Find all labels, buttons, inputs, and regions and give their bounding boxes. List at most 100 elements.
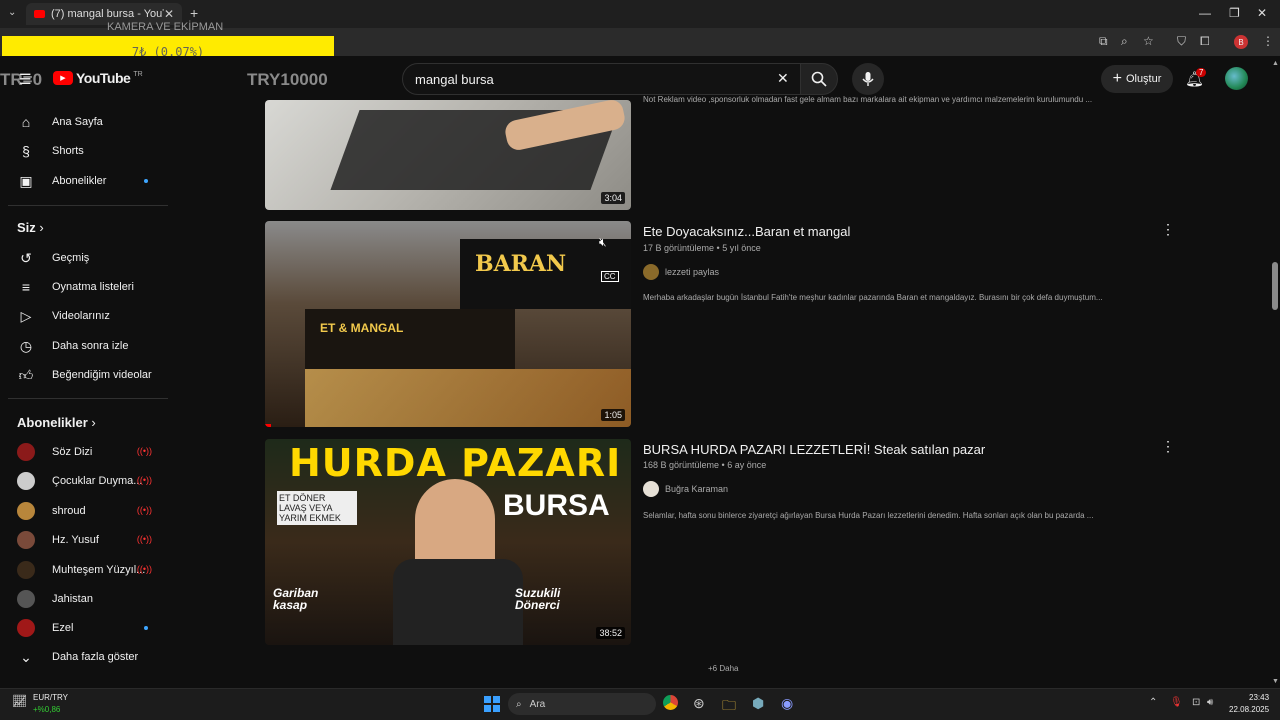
discord-icon[interactable]: ◉ <box>781 695 793 712</box>
search-icon: ⌕ <box>516 698 522 710</box>
plus-icon: + <box>1112 70 1122 87</box>
shield-icon[interactable]: ⛉ <box>1177 34 1186 49</box>
extensions-icon[interactable]: ⧠ <box>1200 34 1210 49</box>
lights-graphic <box>305 369 631 427</box>
windows-start-icon[interactable] <box>484 696 500 712</box>
thumbnail-left-caption: Gariban kasap <box>273 586 319 612</box>
subscriptions-section-header[interactable]: Abonelikler › <box>17 415 96 430</box>
scroll-up-icon[interactable]: ▲ <box>1272 60 1279 67</box>
live-indicator-icon: ((•)) <box>136 564 152 574</box>
subscription-item[interactable]: Çocuklar Duyma... ((•)) <box>16 470 156 492</box>
search-input[interactable]: mangal bursa <box>402 63 802 95</box>
subscription-item[interactable]: Ezel <box>16 617 156 639</box>
cast-icon[interactable]: ⧉ <box>1099 34 1108 49</box>
volume-icon[interactable]: 🔊︎ <box>1207 697 1213 708</box>
sidebar-item-liked-videos[interactable]: 👍︎ Beğendiğim videolar <box>16 364 156 386</box>
video-thumbnail[interactable]: HURDA PAZARI BURSA ET DÖNER LAVAŞ VEYA Y… <box>265 439 631 645</box>
video-meta: 168 B görüntüleme • 6 ay önce <box>643 460 767 470</box>
taskbar-search[interactable]: ⌕ Ara <box>508 693 656 715</box>
sidebar-item-shorts[interactable]: § Shorts <box>16 140 156 162</box>
video-duration: 3:04 <box>601 192 625 204</box>
minimize-icon[interactable]: — <box>1199 6 1211 20</box>
thumbnail-sign: ET DÖNER LAVAŞ VEYA YARIM EKMEK <box>277 491 357 525</box>
subscription-item[interactable]: Söz Dizi ((•)) <box>16 441 156 463</box>
tab-list-icon[interactable]: ⌄ <box>8 7 16 18</box>
zoom-icon[interactable]: ⌕ <box>1121 34 1128 49</box>
video-more-icon[interactable]: ⋮ <box>1161 221 1175 238</box>
captions-icon[interactable]: CC <box>601 271 619 282</box>
live-indicator-icon: ((•)) <box>136 446 152 456</box>
thumbnail-sign-text: BARAN <box>475 251 567 277</box>
network-icon[interactable]: ⊡ <box>1192 697 1200 708</box>
subscription-item[interactable]: Jahistan <box>16 588 156 610</box>
search-button[interactable] <box>800 63 838 95</box>
create-button[interactable]: + Oluştur <box>1101 65 1173 93</box>
preview-progress-bar <box>265 424 271 427</box>
sidebar-item-playlists[interactable]: ≡ Oynatma listeleri <box>16 276 156 298</box>
tray-chevron-up-icon[interactable]: ⌃ <box>1149 697 1157 708</box>
close-tab-icon[interactable]: ✕ <box>164 7 174 21</box>
new-content-dot <box>144 626 148 630</box>
scroll-down-icon[interactable]: ▼ <box>1272 678 1279 685</box>
subscription-item[interactable]: shroud ((•)) <box>16 500 156 522</box>
sidebar-item-history[interactable]: ↺ Geçmiş <box>16 247 156 269</box>
sidebar-item-watch-later[interactable]: ◷ Daha sonra izle <box>16 335 156 357</box>
sidebar-item-home[interactable]: ⌂ Ana Sayfa <box>16 111 156 133</box>
clear-search-icon[interactable]: ✕ <box>777 70 789 87</box>
user-avatar[interactable] <box>1225 67 1248 90</box>
video-description: Selamlar, hafta sonu binlerce ziyaretçi … <box>643 511 1094 520</box>
new-tab-icon[interactable]: + <box>190 5 198 21</box>
shop-front-graphic <box>305 309 515 369</box>
video-title[interactable]: Ete Doyacaksınız...Baran et mangal <box>643 224 850 239</box>
tab-title: (7) mangal bursa - YouTube <box>51 8 164 20</box>
subscription-item[interactable]: Hz. Yusuf ((•)) <box>16 529 156 551</box>
video-channel[interactable]: lezzeti paylas <box>643 264 719 280</box>
channel-avatar <box>17 472 35 490</box>
live-indicator-icon: ((•)) <box>136 475 152 485</box>
close-window-icon[interactable]: ✕ <box>1257 6 1267 20</box>
currency-widget-icon[interactable]: 📈︎ <box>12 694 27 708</box>
youtube-logo[interactable]: ▶ YouTube TR <box>53 70 143 86</box>
sidebar-item-subscriptions[interactable]: ▣ Abonelikler <box>16 170 156 192</box>
scrollbar-thumb[interactable] <box>1272 262 1278 310</box>
thumbnail-right-caption: Suzukili Dönerci <box>515 586 561 612</box>
maximize-icon[interactable]: ❐ <box>1229 6 1240 20</box>
channel-avatar <box>17 531 35 549</box>
thumbnail-sign-text-2: ET & MANGAL <box>320 321 404 335</box>
browser-menu-icon[interactable]: ⋮ <box>1262 34 1274 48</box>
bookmark-star-icon[interactable]: ☆ <box>1143 34 1154 48</box>
subscription-item[interactable]: Muhteşem Yüzyıl... ((•)) <box>16 559 156 581</box>
show-more-button[interactable]: ⌄ Daha fazla göster <box>16 646 156 668</box>
mute-icon[interactable]: 🔇︎ <box>599 235 607 250</box>
video-more-icon[interactable]: ⋮ <box>1161 438 1175 455</box>
you-section-header[interactable]: Siz › <box>17 220 44 235</box>
video-title[interactable]: BURSA HURDA PAZARI LEZZETLERİ! Steak sat… <box>643 442 985 457</box>
search-icon <box>811 71 827 87</box>
channel-avatar <box>643 481 659 497</box>
video-duration: 1:05 <box>601 409 625 421</box>
channel-avatar <box>17 590 35 608</box>
live-indicator-icon: ((•)) <box>136 505 152 515</box>
more-results-button[interactable]: +6 Daha <box>708 664 738 673</box>
clock-time[interactable]: 23:43 <box>1249 693 1269 702</box>
chrome-taskbar-icon[interactable] <box>663 695 678 713</box>
your-videos-icon: ▷ <box>20 307 32 324</box>
sidebar-item-your-videos[interactable]: ▷ Videolarınız <box>16 305 156 327</box>
video-thumbnail[interactable]: BARAN ET & MANGAL 🔇︎ CC 1:05 <box>265 221 631 427</box>
logo-text: YouTube <box>76 70 131 86</box>
divider <box>8 398 168 399</box>
app-taskbar-icon[interactable]: ⊛ <box>693 695 705 712</box>
goal-text: TRY10000 <box>247 70 328 89</box>
video-thumbnail[interactable]: 3:04 <box>265 100 631 210</box>
hamburger-menu-icon[interactable]: ☰ <box>19 71 32 88</box>
file-explorer-icon[interactable]: 🗀︎ <box>722 695 736 719</box>
app-taskbar-icon-2[interactable]: ⬢ <box>752 695 764 712</box>
video-channel[interactable]: Buğra Karaman <box>643 481 728 497</box>
subscriptions-icon: ▣ <box>19 172 33 189</box>
playlist-icon: ≡ <box>21 279 31 295</box>
currency-pair[interactable]: EUR/TRY <box>33 693 68 702</box>
microphone-tray-icon[interactable]: 🎙︎ <box>1170 697 1183 708</box>
video-duration: 38:52 <box>596 627 625 639</box>
profile-avatar[interactable]: B <box>1234 35 1248 49</box>
voice-search-button[interactable] <box>852 63 884 95</box>
